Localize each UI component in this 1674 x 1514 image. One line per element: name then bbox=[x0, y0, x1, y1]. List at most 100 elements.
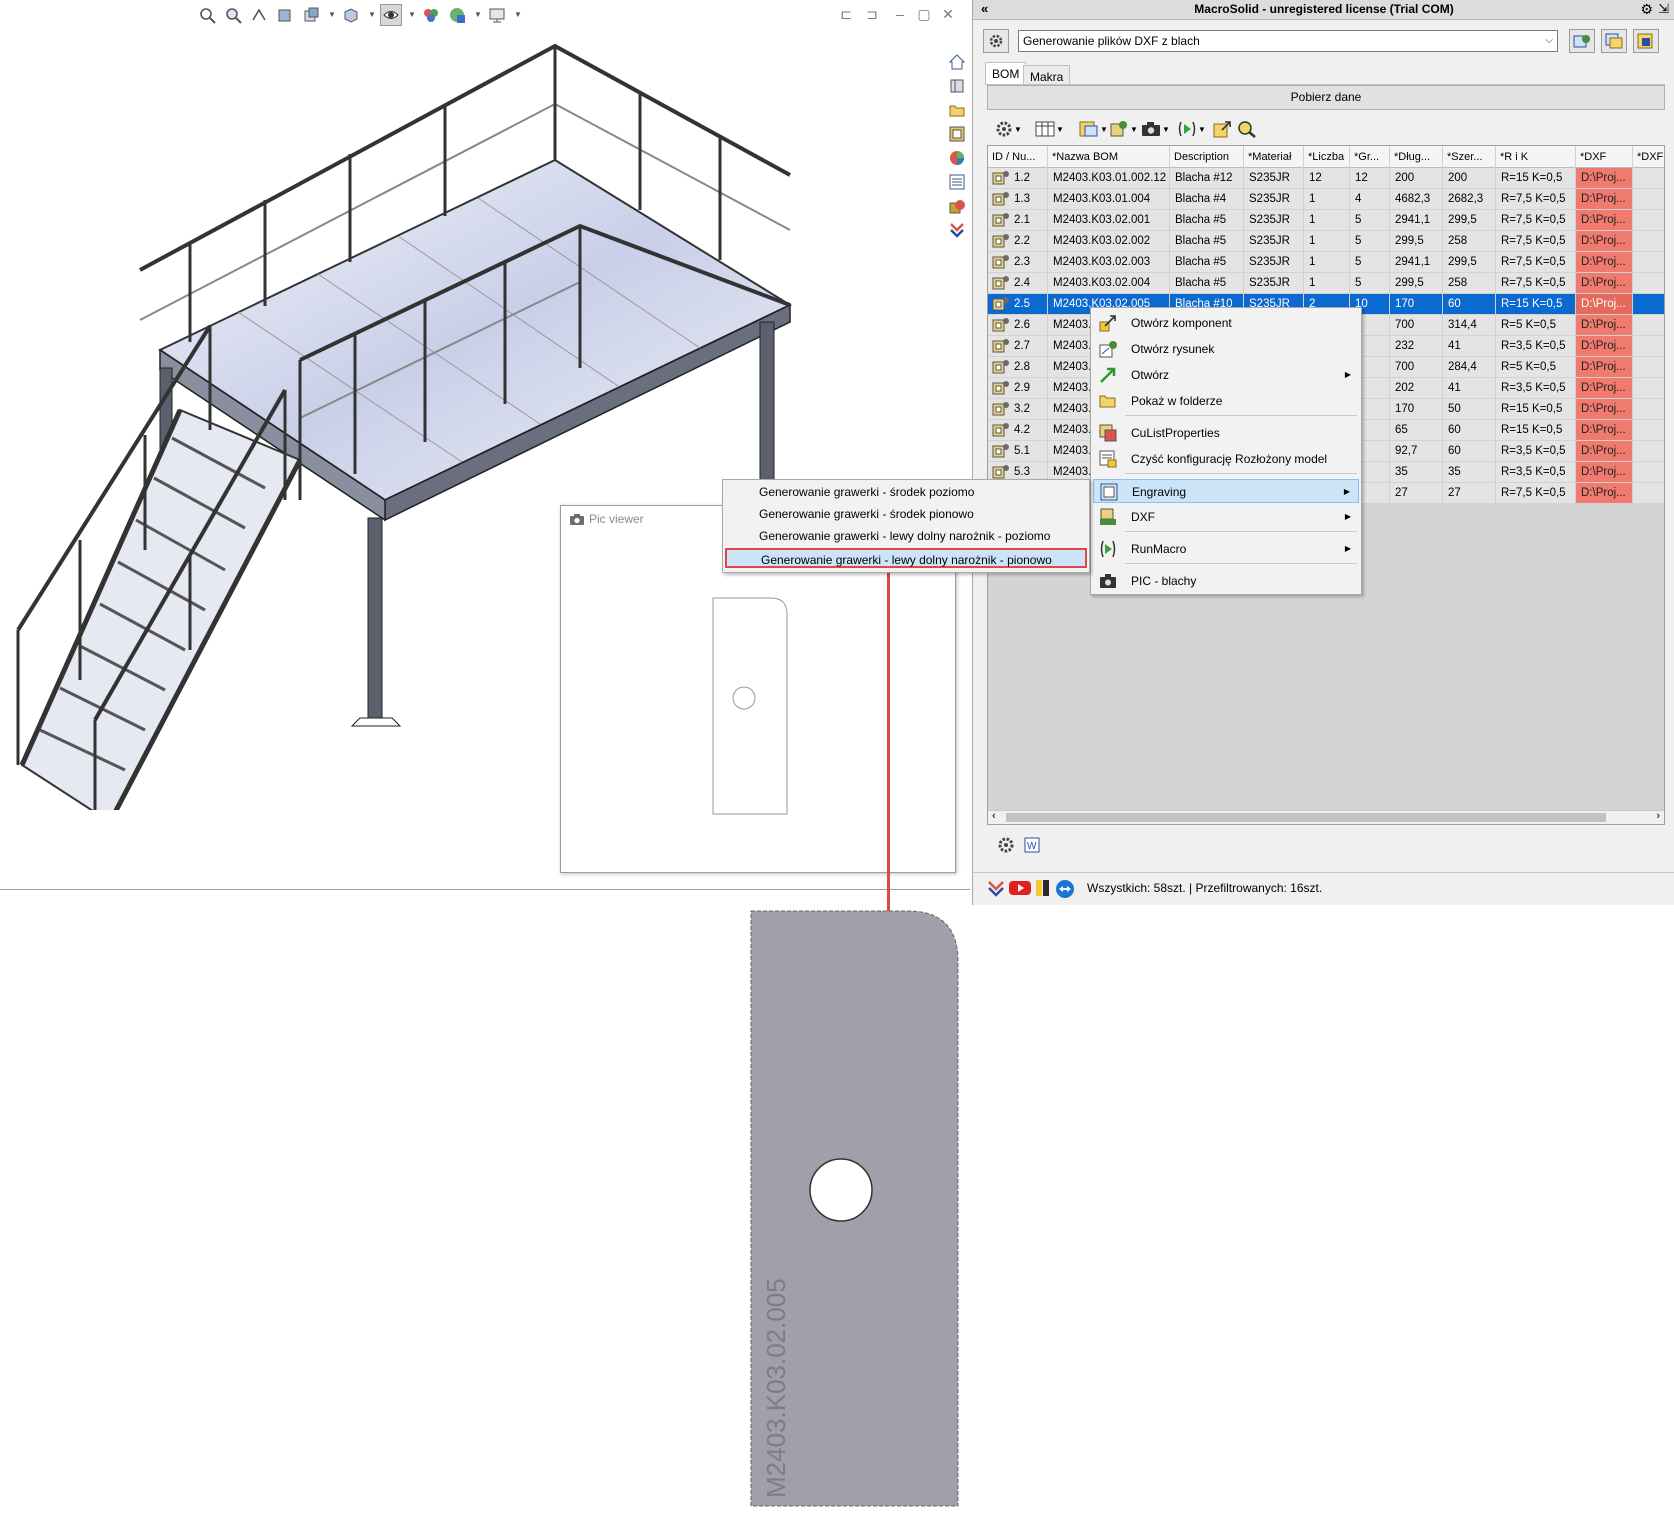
table-cell[interactable]: 2.9 bbox=[988, 378, 1048, 398]
table-cell[interactable]: 3.2 bbox=[988, 399, 1048, 419]
table-cell[interactable]: 200 bbox=[1443, 168, 1496, 188]
table-cell[interactable]: 700 bbox=[1390, 357, 1443, 377]
macro-run-button[interactable]: ▼ bbox=[1177, 117, 1206, 141]
chevron-down-icon[interactable]: ▼ bbox=[328, 10, 336, 19]
table-cell[interactable]: 1 bbox=[1304, 231, 1350, 251]
table-cell[interactable]: D:\Proj... bbox=[1576, 399, 1633, 419]
gear-icon[interactable]: ⚙ bbox=[1640, 1, 1653, 18]
table-cell[interactable]: R=3,5 K=0,5 bbox=[1496, 441, 1576, 461]
grid-settings-button[interactable]: ▼ bbox=[995, 117, 1022, 141]
table-cell[interactable]: R=7,5 K=0,5 bbox=[1496, 210, 1576, 230]
table-cell[interactable]: 35 bbox=[1443, 462, 1496, 482]
design-library-icon[interactable] bbox=[944, 74, 970, 98]
table-cell[interactable]: 258 bbox=[1443, 273, 1496, 293]
table-row[interactable]: 2.2 M2403.K03.02.002 Blacha #5 S235JR 1 5 299,… bbox=[988, 231, 1664, 252]
col-header-quantity[interactable]: *Liczba bbox=[1304, 146, 1350, 168]
col-header-thickness[interactable]: *Gr... bbox=[1350, 146, 1390, 168]
table-cell[interactable]: R=7,5 K=0,5 bbox=[1496, 273, 1576, 293]
macrosolid-logo-icon[interactable] bbox=[944, 218, 970, 242]
search-button[interactable] bbox=[1237, 117, 1257, 141]
table-cell[interactable]: R=7,5 K=0,5 bbox=[1496, 231, 1576, 251]
menu-item-open-component[interactable]: Otwórz komponent bbox=[1093, 311, 1359, 335]
table-cell[interactable]: Blacha #5 bbox=[1170, 252, 1244, 272]
table-cell[interactable]: D:\Proj... bbox=[1576, 189, 1633, 209]
table-cell[interactable]: R=15 K=0,5 bbox=[1496, 420, 1576, 440]
previous-view-icon[interactable] bbox=[248, 4, 270, 26]
table-cell[interactable]: 258 bbox=[1443, 231, 1496, 251]
table-cell[interactable]: 12 bbox=[1304, 168, 1350, 188]
table-cell[interactable]: 2.2 bbox=[988, 231, 1048, 251]
col-header-name[interactable]: *Nazwa BOM bbox=[1048, 146, 1170, 168]
pin-icon[interactable]: ⇲ bbox=[1658, 1, 1669, 17]
table-cell[interactable]: D:\Proj... bbox=[1576, 231, 1633, 251]
table-cell[interactable]: 299,5 bbox=[1443, 252, 1496, 272]
table-cell[interactable]: 299,5 bbox=[1390, 231, 1443, 251]
table-cell[interactable]: 170 bbox=[1390, 399, 1443, 419]
table-cell[interactable]: M2403.K03.02.002 bbox=[1048, 231, 1170, 251]
table-cell[interactable]: D:\Proj... bbox=[1576, 252, 1633, 272]
table-cell[interactable]: R=3,5 K=0,5 bbox=[1496, 378, 1576, 398]
macrosolid-logo-icon[interactable] bbox=[987, 880, 1005, 898]
table-row[interactable]: 2.1 M2403.K03.02.001 Blacha #5 S235JR 1 5 2941… bbox=[988, 210, 1664, 231]
col-header-length[interactable]: *Dług... bbox=[1390, 146, 1443, 168]
table-cell[interactable]: D:\Proj... bbox=[1576, 210, 1633, 230]
maximize-icon[interactable]: ▢ bbox=[914, 4, 934, 24]
table-cell[interactable]: 92,7 bbox=[1390, 441, 1443, 461]
table-cell[interactable]: Blacha #5 bbox=[1170, 231, 1244, 251]
scroll-left-icon[interactable]: ‹ bbox=[992, 810, 996, 822]
home-icon[interactable] bbox=[944, 50, 970, 74]
table-cell[interactable]: R=15 K=0,5 bbox=[1496, 399, 1576, 419]
table-cell[interactable]: R=3,5 K=0,5 bbox=[1496, 336, 1576, 356]
table-cell[interactable]: 2.1 bbox=[988, 210, 1048, 230]
table-row[interactable]: 2.3 M2403.K03.02.003 Blacha #5 S235JR 1 5 2941… bbox=[988, 252, 1664, 273]
table-cell[interactable]: M2403.K03.01.004 bbox=[1048, 189, 1170, 209]
display-style-icon[interactable] bbox=[380, 4, 402, 26]
table-cell[interactable]: D:\Proj... bbox=[1576, 357, 1633, 377]
table-cell[interactable]: 284,4 bbox=[1443, 357, 1496, 377]
macro-settings-button[interactable] bbox=[983, 29, 1009, 53]
view-settings-icon[interactable] bbox=[486, 4, 508, 26]
table-cell[interactable]: D:\Proj... bbox=[1576, 462, 1633, 482]
table-cell[interactable]: S235JR bbox=[1244, 210, 1304, 230]
bottom-settings-button[interactable] bbox=[997, 833, 1015, 857]
table-cell[interactable]: 2682,3 bbox=[1443, 189, 1496, 209]
table-cell[interactable]: 2941,1 bbox=[1390, 252, 1443, 272]
table-cell[interactable]: D:\Proj... bbox=[1576, 483, 1633, 503]
table-cell[interactable]: 5 bbox=[1350, 273, 1390, 293]
view-palette-icon[interactable] bbox=[944, 122, 970, 146]
table-cell[interactable]: R=7,5 K=0,5 bbox=[1496, 483, 1576, 503]
chevron-down-icon[interactable]: ▼ bbox=[368, 10, 376, 19]
file-explorer-icon[interactable] bbox=[944, 98, 970, 122]
table-cell[interactable]: M2403.K03.01.002.12 bbox=[1048, 168, 1170, 188]
table-cell[interactable]: 202 bbox=[1390, 378, 1443, 398]
menu-item-pic-blachy[interactable]: PIC - blachy bbox=[1093, 569, 1359, 593]
table-cell[interactable]: 170 bbox=[1390, 294, 1443, 314]
fetch-data-button[interactable]: Pobierz dane bbox=[987, 85, 1665, 110]
table-cell[interactable]: R=5 K=0,5 bbox=[1496, 357, 1576, 377]
table-cell[interactable]: M2403.K03.02.001 bbox=[1048, 210, 1170, 230]
table-cell[interactable]: 4682,3 bbox=[1390, 189, 1443, 209]
menu-item-culistproperties[interactable]: CuListProperties bbox=[1093, 421, 1359, 445]
col-header-id[interactable]: ID / Nu... bbox=[988, 146, 1048, 168]
table-row[interactable]: 2.4 M2403.K03.02.004 Blacha #5 S235JR 1 5 299,… bbox=[988, 273, 1664, 294]
tab-bom[interactable]: BOM bbox=[985, 62, 1027, 84]
table-cell[interactable]: R=15 K=0,5 bbox=[1496, 294, 1576, 314]
macrosolid-icon[interactable] bbox=[944, 194, 970, 218]
table-cell[interactable]: S235JR bbox=[1244, 168, 1304, 188]
submenu-item-center-horizontal[interactable]: Generowanie grawerki - środek poziomo bbox=[725, 482, 1087, 502]
chevron-down-icon[interactable]: ▼ bbox=[408, 10, 416, 19]
table-cell[interactable]: 1 bbox=[1304, 210, 1350, 230]
table-cell[interactable]: 2.7 bbox=[988, 336, 1048, 356]
table-cell[interactable]: 27 bbox=[1443, 483, 1496, 503]
chevron-down-icon[interactable]: ▼ bbox=[514, 10, 522, 19]
scrollbar-thumb[interactable] bbox=[1006, 813, 1606, 822]
submenu-item-corner-vertical[interactable]: Generowanie grawerki - lewy dolny narożn… bbox=[725, 548, 1087, 568]
table-cell[interactable]: R=3,5 K=0,5 bbox=[1496, 462, 1576, 482]
table-cell[interactable]: 1.3 bbox=[988, 189, 1048, 209]
table-cell[interactable]: Blacha #4 bbox=[1170, 189, 1244, 209]
export-button[interactable] bbox=[1633, 29, 1659, 53]
table-cell[interactable]: 2.5 bbox=[988, 294, 1048, 314]
col-header-material[interactable]: *Materiał bbox=[1244, 146, 1304, 168]
manual-icon[interactable] bbox=[1035, 879, 1051, 897]
table-cell[interactable]: 60 bbox=[1443, 294, 1496, 314]
